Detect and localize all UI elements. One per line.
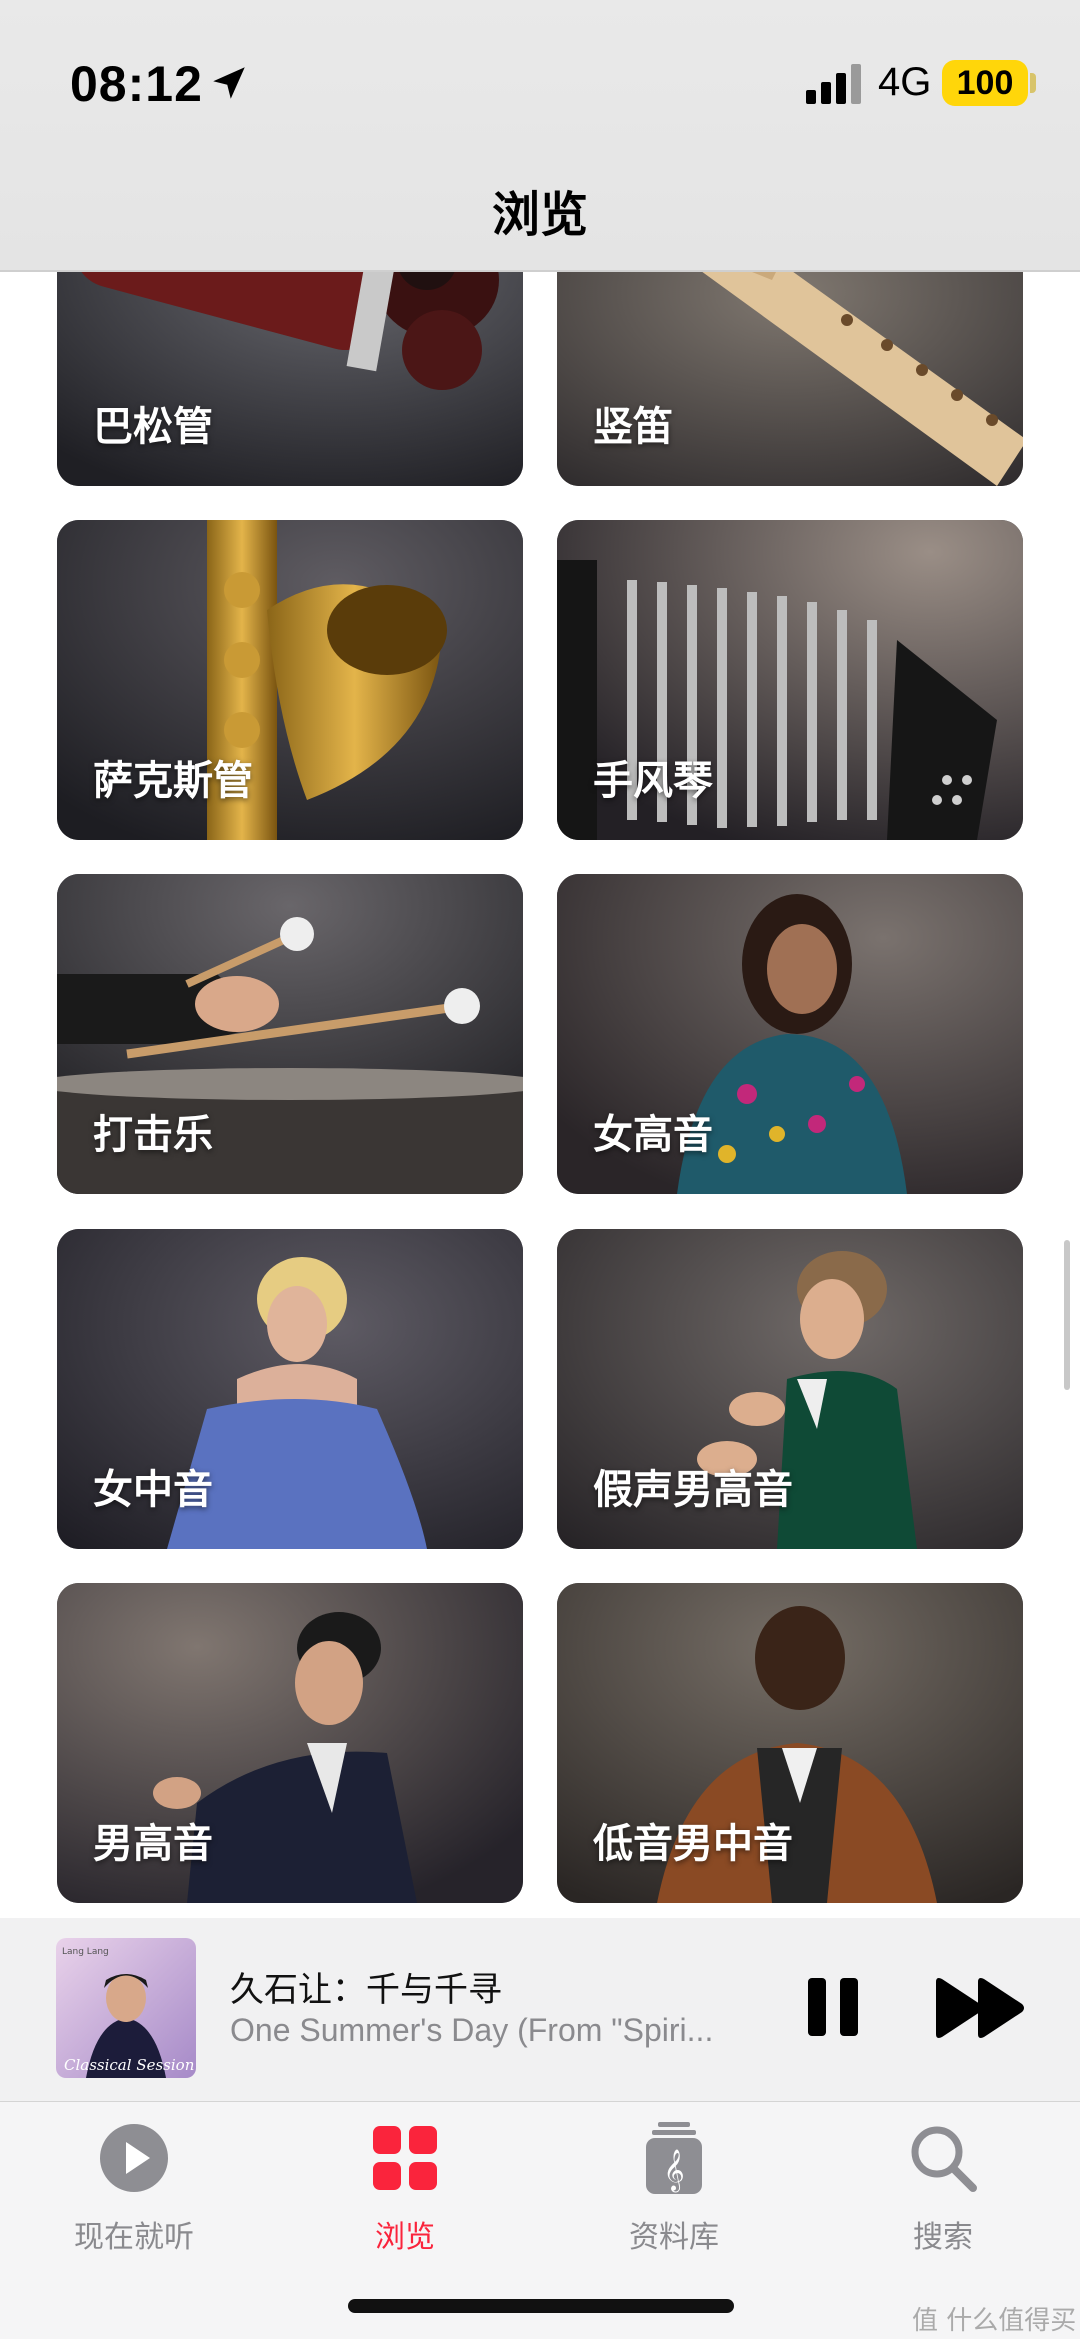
next-track-icon[interactable] [930,1968,1030,2048]
cellular-signal-icon [806,64,861,104]
card-label: 男高音 [93,1821,213,1867]
pause-icon[interactable] [800,1968,866,2048]
card-saxophone[interactable]: 萨克斯管 [57,520,523,840]
home-indicator[interactable] [348,2299,734,2313]
tab-label: 浏览 [375,2220,435,2255]
network-type: 4G [878,60,932,104]
svg-text:𝄞: 𝄞 [663,2149,684,2192]
tab-label: 资料库 [629,2220,719,2255]
watermark: 值 什么值得买 [912,2306,1077,2336]
tab-browse[interactable]: 浏览 [305,2120,505,2256]
now-playing-title: 久石让：千与千寻 [230,1970,502,2010]
scrollbar[interactable] [1064,1240,1070,1390]
card-label: 竖笛 [593,404,673,450]
card-label: 巴松管 [93,404,213,450]
tab-library[interactable]: 𝄞 资料库 [574,2120,774,2256]
card-mezzo[interactable]: 女中音 [57,1229,523,1549]
album-name-text: Classical Session [64,2056,194,2074]
card-label: 手风琴 [593,758,713,804]
grid-icon [373,2126,437,2190]
tab-search[interactable]: 搜索 [843,2120,1043,2256]
location-arrow-icon [213,67,245,99]
page-title: 浏览 [491,187,588,243]
card-label: 假声男高音 [593,1467,793,1513]
tab-label: 搜索 [913,2220,973,2255]
album-artist-text: Lang Lang [62,1947,109,1957]
card-label: 打击乐 [93,1112,213,1158]
library-icon: 𝄞 [646,2122,702,2194]
tab-listen-now[interactable]: 现在就听 [34,2120,234,2256]
card-accordion[interactable]: 手风琴 [557,520,1023,840]
album-cover-image: Lang Lang Classical Session [56,1938,196,2078]
card-label: 女高音 [593,1112,713,1158]
search-icon [911,2126,977,2192]
play-circle-icon [100,2124,168,2192]
card-soprano[interactable]: 女高音 [557,874,1023,1194]
tab-label: 现在就听 [74,2220,194,2255]
status-time: 08:12 [70,56,203,112]
battery-indicator: 100 [942,60,1028,106]
card-label: 低音男中音 [593,1821,793,1867]
now-playing-subtitle: One Summer's Day (From "Spiri... [230,2012,714,2048]
card-label: 女中音 [93,1467,213,1513]
mini-player[interactable]: Lang Lang Classical Session 久石让：千与千寻 One… [0,1918,1080,2102]
top-bar: 08:12 4G 100 浏览 [0,0,1080,272]
card-percussion[interactable]: 打击乐 [57,874,523,1194]
card-label: 萨克斯管 [93,758,253,804]
card-tenor[interactable]: 男高音 [57,1583,523,1903]
card-countertenor[interactable]: 假声男高音 [557,1229,1023,1549]
album-artwork[interactable]: Lang Lang Classical Session [56,1938,196,2078]
battery-nub [1030,73,1036,93]
card-bass-baritone[interactable]: 低音男中音 [557,1583,1023,1903]
